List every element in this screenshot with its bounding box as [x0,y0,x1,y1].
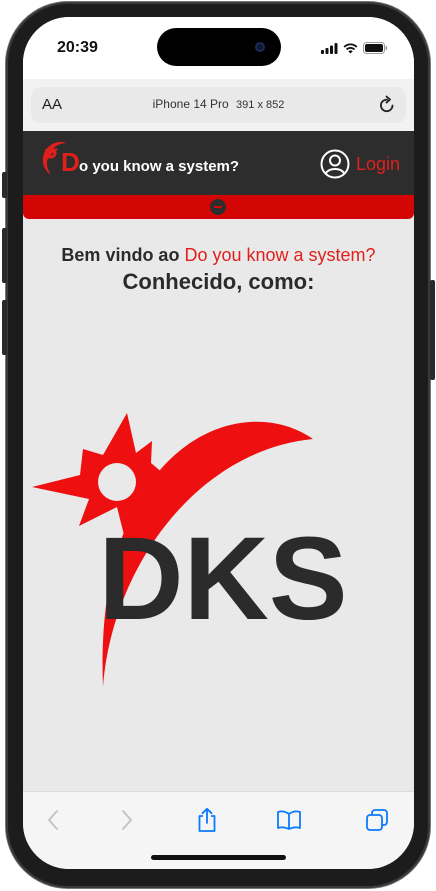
status-time: 20:39 [57,39,98,56]
user-icon [320,149,350,179]
share-button[interactable] [189,806,225,834]
forward-icon [122,810,132,830]
dks-logo: DKS [32,413,348,687]
wifi-icon [343,42,358,53]
collapse-toggle-icon[interactable] [210,199,226,215]
device-dimensions: 391 x 852 [236,99,285,111]
bookmarks-button[interactable] [271,806,307,834]
camera-icon [255,42,265,52]
status-bar: 20:39 [23,17,414,79]
share-icon [198,807,216,832]
welcome-accent: Do you know a system? [184,245,376,265]
welcome-heading: Bem vindo ao Do you know a system? [23,245,414,266]
tabs-button[interactable] [359,806,395,834]
device-name: iPhone 14 Pro [152,97,229,111]
phone-screen: 20:39 AA iPhone 14 Pro 391 x 852 D o you… [23,17,414,869]
volume-down-button [2,300,7,355]
power-button [430,280,435,380]
battery-icon [363,42,388,54]
brand-initial: D [61,147,80,177]
red-nav-bar [23,195,414,219]
welcome-prefix: Bem vindo ao [61,245,180,265]
brand-name: o you know a system? [79,158,240,175]
status-icons [321,42,388,54]
reload-icon[interactable] [378,95,396,115]
login-button[interactable]: Login [320,149,400,179]
action-button [2,172,7,198]
address-bar[interactable]: AA iPhone 14 Pro 391 x 852 [31,87,406,123]
device-label: iPhone 14 Pro 391 x 852 [31,97,406,111]
signal-icon [321,42,338,54]
back-button[interactable] [35,806,71,834]
back-icon [48,810,58,830]
subtitle: Conhecido, como: [122,269,315,294]
volume-up-button [2,228,7,283]
logo-text: DKS [98,513,347,645]
login-label: Login [355,153,400,174]
home-indicator [151,855,286,860]
dynamic-island [157,28,281,66]
web-content: D o you know a system? Login Bem vindo a… [23,131,414,791]
bookmarks-icon [277,810,301,830]
tabs-icon [366,809,388,831]
site-header: D o you know a system? Login [23,131,414,195]
forward-button[interactable] [109,806,145,834]
